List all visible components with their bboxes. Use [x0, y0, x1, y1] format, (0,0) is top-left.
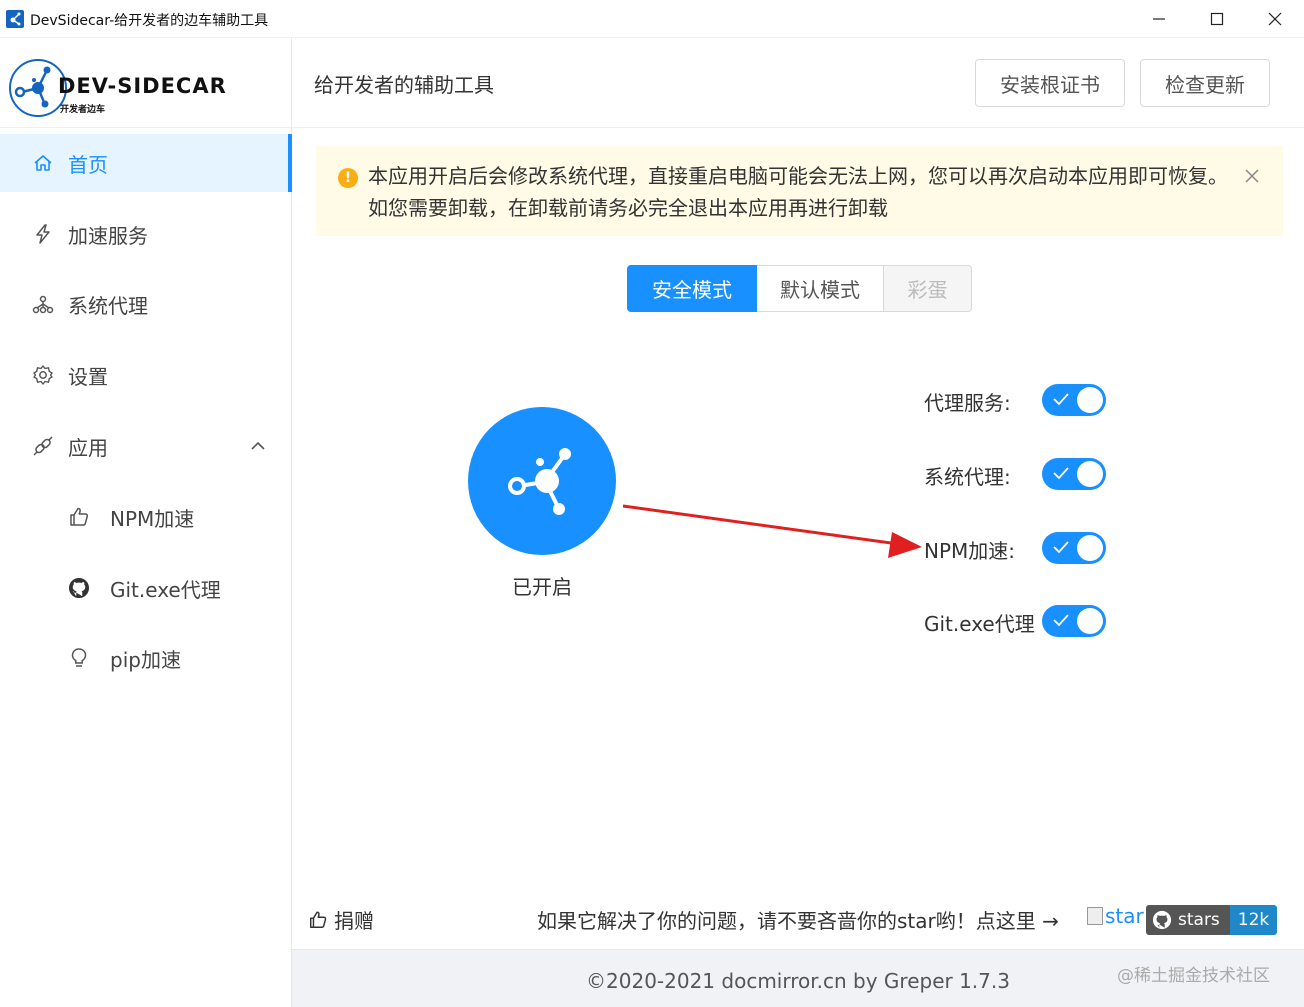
title-bar: DevSidecar-给开发者的边车辅助工具 — [0, 0, 1304, 38]
close-icon — [1268, 12, 1282, 26]
github-stars-badge[interactable]: stars 12k — [1146, 905, 1278, 935]
npm-acceleration-toggle[interactable] — [1042, 532, 1106, 564]
sidebar-item-acceleration[interactable]: 加速服务 — [0, 205, 291, 263]
sidebar-item-apps[interactable]: 应用 — [0, 417, 291, 475]
toggle-knob — [1077, 387, 1103, 413]
alert-close-icon[interactable] — [1244, 168, 1260, 184]
window-title: DevSidecar-给开发者的边车辅助工具 — [30, 13, 269, 29]
sidebar-item-label: 应用 — [68, 436, 108, 460]
home-icon — [34, 155, 52, 171]
install-cert-button[interactable]: 安装根证书 — [975, 59, 1125, 107]
main-power-button[interactable] — [468, 407, 616, 555]
badge-count: 12k — [1237, 910, 1270, 930]
maximize-button[interactable] — [1188, 0, 1246, 38]
like-icon — [70, 507, 89, 526]
badge-label: stars — [1178, 910, 1220, 930]
safe-mode-button[interactable]: 安全模式 — [627, 265, 757, 312]
mode-selector: 安全模式 默认模式 彩蛋 — [627, 265, 972, 312]
sidebar-item-label: 设置 — [68, 365, 108, 389]
logo-subtitle: 开发者边车 — [60, 105, 106, 115]
star-call-to-action[interactable]: 如果它解决了你的问题，请不要吝啬你的star哟！点这里 → — [537, 905, 1059, 934]
minimize-icon — [1153, 18, 1165, 20]
check-update-button[interactable]: 检查更新 — [1140, 59, 1270, 107]
sidebar-item-label: 系统代理 — [68, 294, 148, 318]
check-icon — [1053, 393, 1069, 406]
alert-message: 本应用开启后会修改系统代理，直接重启电脑可能会无法上网，您可以再次启动本应用即可… — [368, 164, 1228, 220]
check-icon — [1053, 541, 1069, 554]
bulb-icon — [71, 648, 87, 667]
maximize-icon — [1210, 12, 1224, 26]
toggle-knob — [1077, 608, 1103, 634]
sidecar-logo-icon — [508, 448, 571, 515]
toggle-knob — [1077, 535, 1103, 561]
github-icon — [1152, 910, 1172, 930]
proxy-service-toggle[interactable] — [1042, 384, 1106, 416]
minimize-button[interactable] — [1130, 0, 1188, 38]
proxy-service-label: 代理服务: — [924, 391, 1011, 415]
logo: DEV-SIDECAR 开发者边车 — [8, 52, 228, 118]
like-icon — [310, 911, 327, 928]
toggle-knob — [1077, 461, 1103, 487]
app-icon — [6, 10, 24, 28]
apartment-icon — [32, 295, 54, 314]
sidebar-item-settings[interactable]: 设置 — [0, 346, 291, 404]
warning-alert: ! 本应用开启后会修改系统代理，直接重启电脑可能会无法上网，您可以再次启动本应用… — [316, 146, 1283, 236]
sidebar-item-pip[interactable]: pip加速 — [0, 629, 291, 687]
check-icon — [1053, 467, 1069, 480]
header: 给开发者的辅助工具 安装根证书 检查更新 — [292, 38, 1304, 128]
chevron-up-icon — [251, 441, 265, 450]
sidebar-item-home[interactable]: 首页 — [0, 134, 292, 192]
page-title: 给开发者的辅助工具 — [314, 73, 494, 97]
sidebar-item-label: NPM加速 — [110, 507, 195, 531]
close-button[interactable] — [1246, 0, 1304, 38]
system-proxy-label: 系统代理: — [924, 465, 1011, 489]
system-proxy-toggle[interactable] — [1042, 458, 1106, 490]
git-proxy-label: Git.exe代理 — [924, 612, 1035, 636]
github-icon — [69, 578, 89, 598]
check-icon — [1053, 614, 1069, 627]
logo-brand: DEV-SIDECAR — [58, 74, 227, 98]
footer: ©2020-2021 docmirror.cn by Greper 1.7.3 … — [292, 949, 1304, 1007]
star-image-link[interactable]: star — [1087, 904, 1147, 934]
sidebar-item-label: 加速服务 — [68, 224, 148, 248]
sidebar-item-label: Git.exe代理 — [110, 578, 221, 602]
sidebar: DEV-SIDECAR 开发者边车 首页 加速服务 系统代理 设置 应用 NPM… — [0, 38, 292, 1007]
sidebar-item-npm[interactable]: NPM加速 — [0, 488, 291, 546]
git-proxy-toggle[interactable] — [1042, 605, 1106, 637]
broken-image-icon — [1087, 907, 1103, 925]
sidebar-item-git[interactable]: Git.exe代理 — [0, 559, 291, 617]
easter-egg-mode-button[interactable]: 彩蛋 — [884, 265, 972, 312]
exclamation-icon: ! — [338, 168, 358, 188]
star-image-alt: star — [1105, 904, 1144, 928]
default-mode-button[interactable]: 默认模式 — [757, 265, 884, 312]
sidebar-item-label: pip加速 — [110, 648, 181, 672]
donate-label: 捐赠 — [334, 909, 374, 933]
sidebar-item-label: 首页 — [68, 153, 108, 177]
sidebar-item-system-proxy[interactable]: 系统代理 — [0, 275, 291, 333]
donate-link[interactable]: 捐赠 — [308, 905, 374, 934]
service-state-label: 已开启 — [512, 575, 572, 599]
watermark: @稀土掘金技术社区 — [1117, 966, 1270, 986]
annotation-arrow-icon — [622, 504, 922, 558]
api-icon — [33, 436, 53, 456]
thunderbolt-icon — [36, 224, 50, 244]
npm-acceleration-label: NPM加速: — [924, 539, 1016, 563]
gear-icon — [33, 365, 53, 385]
sidebar-divider — [0, 127, 291, 128]
